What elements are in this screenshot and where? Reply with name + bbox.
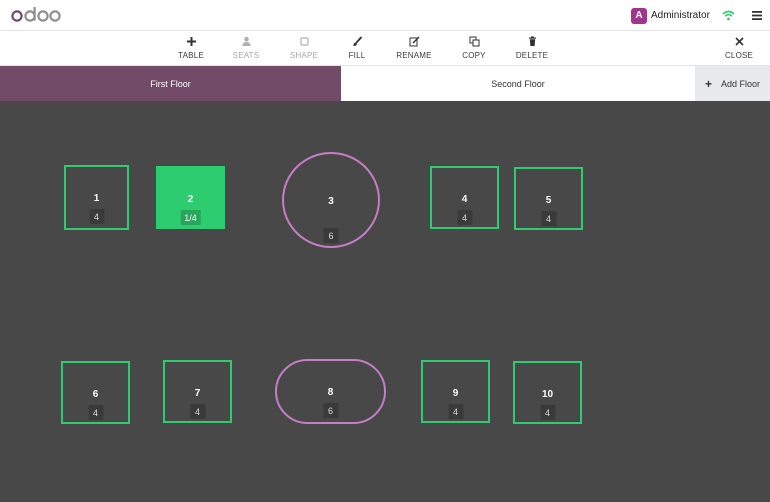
user-menu[interactable]: A Administrator	[631, 7, 710, 24]
table-seats: 1/4	[180, 210, 201, 225]
table-2[interactable]: 2 1/4	[156, 166, 225, 229]
floor-tabs: First Floor Second Floor + Add Floor	[0, 66, 770, 101]
copy-label: COPY	[462, 51, 486, 60]
table-seats: 4	[88, 405, 103, 420]
plus-icon	[186, 37, 196, 46]
edit-icon	[409, 36, 419, 47]
rename-button[interactable]: RENAME	[389, 36, 439, 62]
table-number: 7	[194, 388, 201, 399]
table-9[interactable]: 9 4	[421, 360, 490, 423]
fill-label: FILL	[348, 51, 366, 60]
tab-label: First Floor	[150, 78, 191, 89]
table-number: 4	[461, 194, 468, 205]
add-floor-label: Add Floor	[720, 78, 761, 89]
table-seats: 4	[89, 209, 104, 224]
table-number: 8	[327, 387, 334, 398]
paint-brush-icon	[352, 36, 362, 46]
tab-second-floor[interactable]: Second Floor	[341, 66, 695, 101]
copy-icon	[469, 36, 479, 47]
table-seats: 4	[190, 404, 205, 419]
wifi-icon	[722, 10, 735, 21]
user-icon	[242, 36, 250, 46]
table-3[interactable]: 3 6	[282, 152, 380, 248]
floor-plan[interactable]: 1 4 2 1/4 3 6 4 4 5 4 6 4 7 4 8 6 9 4 10…	[0, 101, 770, 502]
table-number: 9	[452, 388, 459, 399]
trash-icon	[528, 36, 536, 46]
table-number: 3	[328, 196, 334, 207]
delete-button[interactable]: DELETE	[507, 36, 557, 62]
tab-label: Second Floor	[491, 78, 545, 89]
table-number: 6	[92, 389, 99, 400]
seats-label: SEATS	[232, 51, 260, 60]
table-number: 10	[541, 389, 554, 400]
shape-button[interactable]: SHAPE	[279, 36, 329, 62]
table-seats: 6	[323, 403, 338, 418]
add-table-label: TABLE	[178, 51, 204, 60]
tab-first-floor[interactable]: First Floor	[0, 66, 341, 101]
add-floor-button[interactable]: + Add Floor	[695, 66, 770, 101]
table-7[interactable]: 7 4	[163, 360, 232, 423]
table-8[interactable]: 8 6	[275, 359, 386, 424]
close-icon	[734, 37, 744, 46]
seats-button[interactable]: SEATS	[221, 36, 271, 62]
fill-button[interactable]: FILL	[332, 36, 382, 62]
table-seats: 4	[541, 211, 556, 226]
square-outline-icon	[299, 37, 309, 46]
table-5[interactable]: 5 4	[514, 167, 583, 230]
menu-icon[interactable]	[752, 10, 762, 21]
rename-label: RENAME	[396, 51, 432, 60]
table-4[interactable]: 4 4	[430, 166, 499, 229]
plus-icon: +	[704, 76, 712, 91]
user-name: Administrator	[651, 10, 710, 21]
table-seats: 4	[540, 405, 555, 420]
add-table-button[interactable]: TABLE	[166, 36, 216, 62]
delete-label: DELETE	[515, 51, 549, 60]
table-10[interactable]: 10 4	[513, 361, 582, 424]
table-1[interactable]: 1 4	[64, 165, 129, 230]
odoo-logo[interactable]	[11, 5, 61, 25]
top-bar: A Administrator	[0, 0, 770, 31]
close-label: CLOSE	[724, 51, 754, 60]
table-seats: 4	[457, 210, 472, 225]
avatar: A	[631, 7, 647, 24]
close-button[interactable]: CLOSE	[714, 36, 764, 62]
table-6[interactable]: 6 4	[61, 361, 130, 424]
table-seats: 6	[323, 228, 339, 243]
copy-button[interactable]: COPY	[449, 36, 499, 62]
table-number: 2	[187, 194, 194, 205]
table-seats: 4	[448, 404, 463, 419]
floor-edit-toolbar: TABLE SEATS SHAPE FILL RENAME COPY DELET…	[0, 31, 770, 66]
table-number: 1	[93, 193, 100, 204]
table-number: 5	[545, 195, 552, 206]
shape-label: SHAPE	[289, 51, 319, 60]
